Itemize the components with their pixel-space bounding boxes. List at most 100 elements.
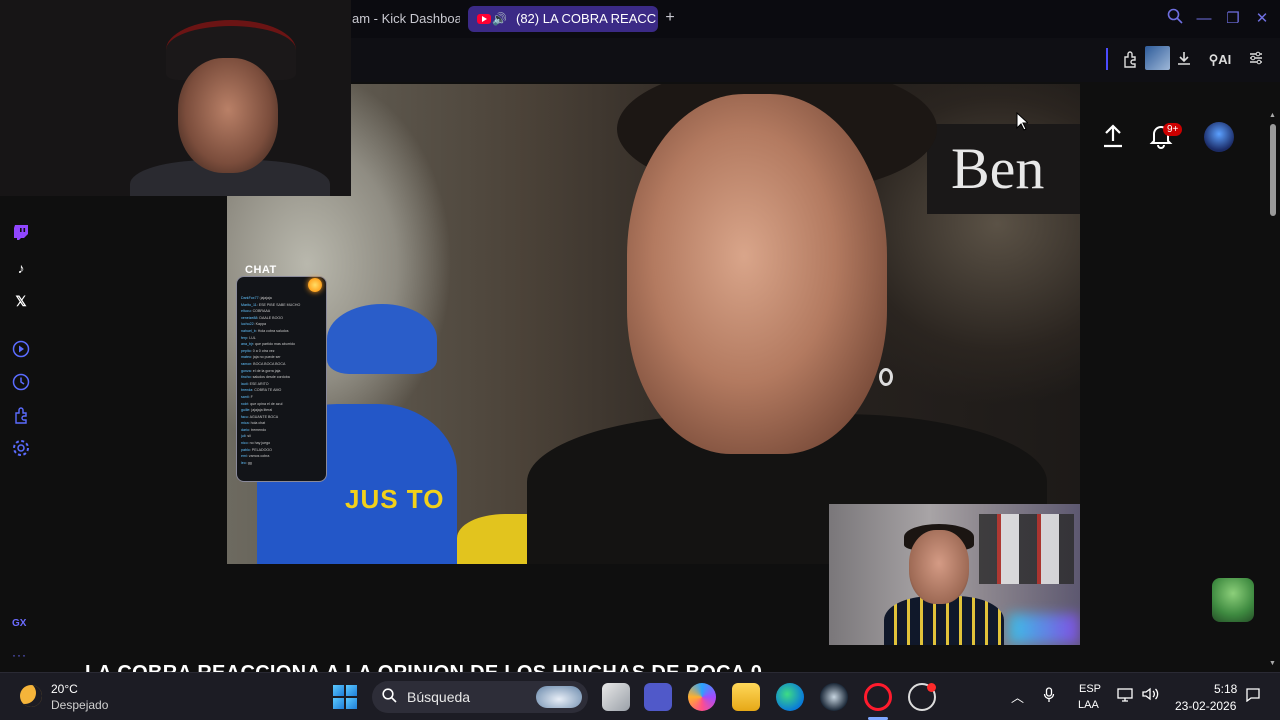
chat-username: mateo [241,355,251,360]
chat-username: ramon [241,361,252,366]
speaker-icon[interactable]: 🔊 [492,6,507,32]
clock-date[interactable]: 23-02-2026 [1175,699,1236,713]
earring [879,368,893,386]
wand-icon: ⚲ [1208,52,1219,67]
chat-message: ferp: LUL [241,335,322,342]
copilot-icon[interactable] [688,683,716,711]
storefront-sign: Ben [927,124,1080,214]
upload-icon[interactable] [1100,123,1128,151]
chat-text: : sii [245,434,251,439]
chat-message: emi: vamos cobra [241,453,322,460]
chat-text: : vamos cobra [246,454,270,459]
search-tabs-icon[interactable] [1164,8,1186,30]
chat-message: juli: sii [241,433,322,440]
chat-overlay-label: CHAT [245,264,277,276]
network-icon[interactable] [1117,688,1133,705]
download-icon[interactable] [1174,50,1194,70]
chat-username: brenda [241,388,253,393]
chat-text: : COBRAAA [250,309,271,314]
weather-description[interactable]: Despejado [51,698,108,712]
extensions-icon[interactable] [1120,50,1140,70]
microphone-tray-icon[interactable] [1043,687,1055,706]
search-highlight-art [536,686,582,708]
easy-setup-icon[interactable] [1246,50,1266,70]
chat-username: mica [241,421,249,426]
chat-text: : jajajaja literal [249,408,273,413]
aria-ai-button[interactable]: ⚲AI [1204,50,1236,70]
player-icon[interactable] [10,340,32,362]
tab-kick-dashboard[interactable]: am - Kick Dashboa [350,6,460,32]
input-language[interactable]: ESP [1079,683,1101,695]
close-button[interactable]: ✕ [1251,8,1273,30]
sun-icon [308,278,322,292]
video-player[interactable]: Ben JUS TO [227,84,1080,564]
chat-text: : DAALE BOOO [257,315,283,320]
reactor-webcam [829,504,1080,645]
weather-temperature[interactable]: 20°C [51,682,78,696]
taskbar-search-box[interactable]: Búsqueda [372,681,588,713]
profile-thumbnail[interactable] [1145,46,1170,70]
chat-username: dario [241,427,249,432]
x-twitter-icon[interactable]: 𝕏 [10,290,32,312]
chat-text: : el de la gorra jaja [250,368,281,373]
chat-message: mateo: jaja no puede ser [241,354,322,361]
account-avatar[interactable] [1204,122,1234,152]
chat-username: eltucu [241,309,251,314]
sidebar-more-icon[interactable]: ··· [12,648,27,662]
extensions-sidebar-icon[interactable] [10,406,32,428]
file-explorer-icon[interactable] [732,683,760,711]
clock-time[interactable]: 5:18 [1214,682,1237,696]
bucket-hat [327,304,437,374]
chat-message: eltucu: COBRAAA [241,308,322,315]
new-tab-button[interactable]: + [662,8,678,28]
edge-icon[interactable] [776,683,804,711]
chat-username: gonza [241,368,251,373]
chat-text: : LUL [247,335,256,340]
chat-username: lucho22 [241,322,254,327]
teams-icon[interactable] [644,683,672,711]
input-layout[interactable]: LAA [1078,699,1099,711]
chat-message: mica: hola chat [241,420,322,427]
tab-youtube-video[interactable]: 🔊 (82) LA COBRA REACC [468,6,658,32]
scrollbar-thumb[interactable] [1270,124,1276,216]
chat-message: gonza: el de la gorra jaja [241,368,322,375]
chat-text: : ESE ARITO [247,381,269,386]
scroll-down-arrow-icon[interactable]: ▼ [1269,660,1276,667]
windows-start-icon[interactable] [333,685,357,709]
shelf-collectibles [979,514,1074,584]
chat-message: nahuel_b: Hola cobra saludos [241,328,322,335]
steam-icon[interactable] [820,683,848,711]
history-clock-icon[interactable] [10,373,32,395]
chat-username: santi [241,394,249,399]
floating-avatar[interactable] [1212,578,1254,622]
chat-message: pepito: 0 a 0 otra vez [241,348,322,355]
settings-gear-icon[interactable] [10,439,32,461]
chat-message: dario: tremendo [241,427,322,434]
moon-weather-icon[interactable] [20,685,42,707]
led-lights [1009,614,1079,644]
main-person-face [627,94,887,454]
twitch-icon[interactable] [10,224,32,246]
streamer-face [178,58,278,173]
scroll-up-arrow-icon[interactable]: ▲ [1269,112,1276,119]
gx-corner-label[interactable]: GX [12,618,26,629]
screen: am - Kick Dashboa 🔊 (82) LA COBRA REACC … [0,0,1280,720]
chat-text: : 0 a 0 otra vez [250,348,275,353]
chat-text: : que partido mas aburrido [253,342,295,347]
minimize-button[interactable]: — [1193,8,1215,30]
tiktok-icon[interactable]: ♪ [10,257,32,279]
chat-username: pablo [241,447,250,452]
chat-message: pablo: PELADOOO [241,447,322,454]
chat-text: : no hay juego [247,441,271,446]
volume-icon[interactable] [1142,687,1160,704]
chat-username: tincho [241,375,251,380]
chat-message: ramon: BOCA BOCA BOCA [241,361,322,368]
show-hidden-icons-icon[interactable]: ︿ [1011,687,1024,706]
maximize-button[interactable]: ❐ [1222,8,1244,30]
chat-message: guille: jajajaja literal [241,407,322,414]
task-view-icon[interactable] [602,683,630,711]
opera-gx-icon[interactable] [864,683,892,711]
notification-center-icon[interactable] [1246,688,1260,705]
chat-username: DarkFox77 [241,296,259,300]
taskbar-search-label: Búsqueda [407,689,471,705]
